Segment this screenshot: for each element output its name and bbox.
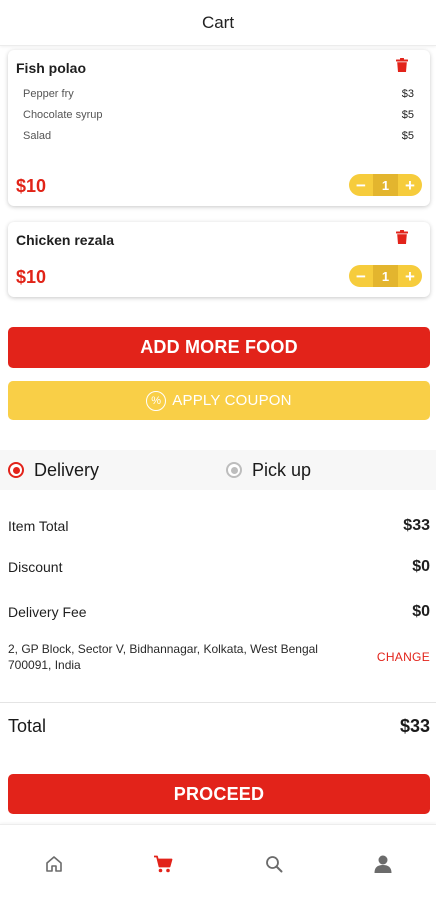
item-total-value: $33 [403, 517, 430, 534]
apply-coupon-label: APPLY COUPON [172, 392, 292, 409]
page-title: Cart [201, 12, 235, 32]
delivery-fee-label: Delivery Fee [8, 604, 87, 620]
discount-label: Discount [8, 559, 63, 575]
cart-item-card: Chicken rezala $10 − 1 + [8, 222, 430, 297]
quantity-stepper: − 1 + [349, 174, 422, 196]
discount-value: $0 [412, 558, 430, 575]
item-total-label: Item Total [8, 518, 69, 534]
quantity-value: 1 [373, 174, 398, 196]
item-name: Chicken rezala [16, 232, 115, 248]
change-address-link[interactable]: CHANGE [377, 650, 430, 664]
quantity-value: 1 [373, 265, 398, 287]
total-value: $33 [399, 716, 430, 736]
item-total-row: Item Total $33 [8, 517, 430, 535]
addon-name: Salad [23, 130, 52, 142]
quantity-stepper: − 1 + [349, 265, 422, 287]
pickup-label: Pick up [252, 459, 312, 480]
cart-item-card: Fish polao Pepper fry $3 Chocolate syrup… [8, 50, 430, 206]
decrement-button[interactable]: − [349, 174, 373, 196]
add-more-food-button[interactable]: ADD MORE FOOD [8, 327, 430, 368]
divider [0, 702, 436, 703]
apply-coupon-button[interactable]: % APPLY COUPON [8, 381, 430, 420]
addon-price: $5 [401, 109, 414, 121]
delivery-radio[interactable] [8, 462, 24, 478]
bottom-tab-bar [0, 824, 436, 900]
addon-name: Pepper fry [23, 88, 74, 100]
search-icon[interactable] [263, 853, 285, 875]
addon-price: $3 [401, 88, 414, 100]
addon-row: Pepper fry $3 [23, 88, 414, 100]
addon-name: Chocolate syrup [23, 109, 103, 121]
addon-row: Salad $5 [23, 130, 414, 142]
delete-icon[interactable] [396, 230, 408, 244]
delivery-label: Delivery [34, 459, 100, 480]
home-icon[interactable] [43, 853, 65, 875]
increment-button[interactable]: + [398, 174, 422, 196]
fulfillment-selector: Delivery Pick up [0, 450, 436, 490]
discount-row: Discount $0 [8, 558, 430, 576]
delivery-option[interactable]: Delivery [8, 450, 99, 490]
delivery-address: 2, GP Block, Sector V, Bidhannagar, Kolk… [8, 642, 318, 672]
profile-icon[interactable] [372, 853, 394, 875]
cart-icon[interactable] [152, 853, 174, 875]
total-label: Total [8, 716, 47, 736]
addon-price: $5 [401, 130, 414, 142]
item-price: $10 [16, 267, 47, 287]
addon-row: Chocolate syrup $5 [23, 109, 414, 121]
decrement-button[interactable]: − [349, 265, 373, 287]
proceed-button[interactable]: PROCEED [8, 774, 430, 814]
total-row: Total $33 [8, 716, 430, 737]
app-header: Cart [0, 0, 436, 46]
delivery-fee-row: Delivery Fee $0 [8, 603, 430, 621]
coupon-icon: % [146, 390, 167, 411]
item-price: $10 [16, 176, 47, 196]
delete-icon[interactable] [396, 58, 408, 72]
delivery-fee-value: $0 [412, 603, 430, 620]
increment-button[interactable]: + [398, 265, 422, 287]
item-name: Fish polao [16, 60, 86, 76]
pickup-radio[interactable] [226, 462, 242, 478]
pickup-option[interactable]: Pick up [226, 450, 311, 490]
